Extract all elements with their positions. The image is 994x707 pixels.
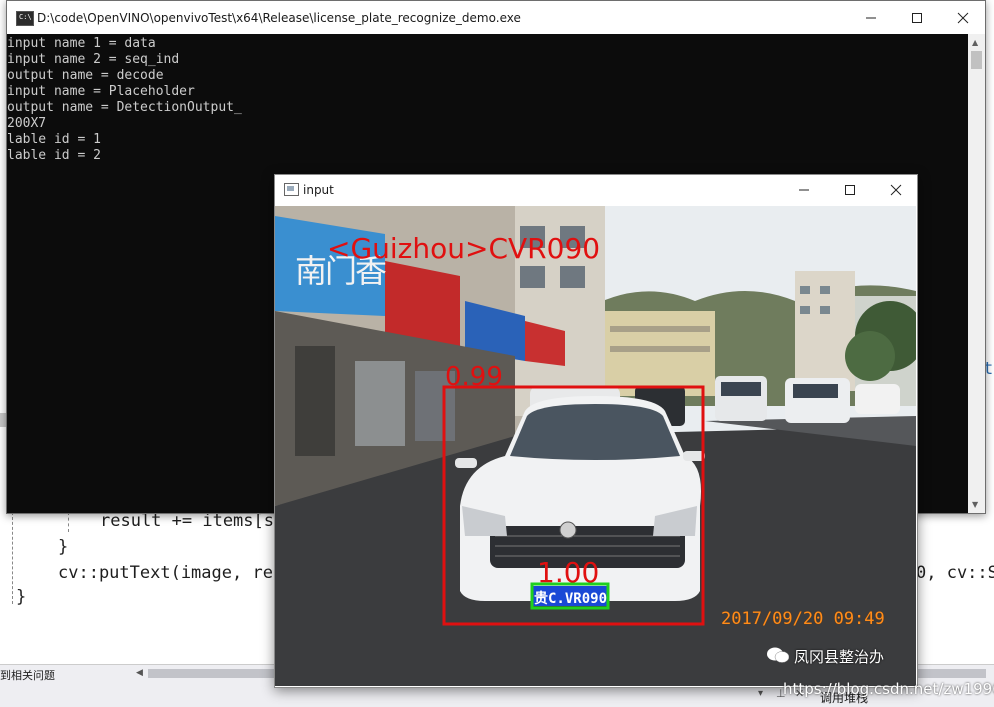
code-line[interactable]: cv::putText(image, re: [58, 563, 273, 583]
plate-text: 贵C.VR090: [534, 591, 608, 607]
vehicle-score-label: 0.99: [445, 362, 503, 392]
close-button[interactable]: [940, 1, 986, 34]
code-line[interactable]: }: [58, 537, 68, 557]
scroll-up-arrow-icon[interactable]: ▲: [972, 38, 978, 47]
minimize-icon: [866, 17, 876, 19]
console-line: lable id = 1: [7, 132, 101, 147]
console-titlebar[interactable]: C:\ D:\code\OpenVINO\openvivoTest\x64\Re…: [7, 1, 985, 34]
scroll-down-arrow-icon[interactable]: ▼: [972, 500, 978, 509]
minimize-button[interactable]: [848, 1, 894, 34]
scrollbar-thumb[interactable]: [971, 51, 982, 69]
close-icon: [890, 184, 902, 196]
code-line[interactable]: result += items[s: [100, 511, 274, 531]
timestamp-stamp: 2017/09/20 09:49: [721, 609, 885, 629]
console-line: 200X7: [7, 116, 47, 131]
detection-image: 南门香 <Guizhou>CVR090 0.99 1.00 贵C.VR090 2…: [275, 206, 916, 686]
console-line: output name = decode: [7, 68, 164, 83]
code-line-tail[interactable]: 0, cv::S: [916, 563, 994, 583]
minimize-icon: [799, 189, 809, 191]
wechat-watermark: 凤冈县整治办: [794, 648, 885, 666]
horizontal-scrollbar[interactable]: [148, 669, 274, 678]
code-line[interactable]: }: [16, 587, 26, 607]
indent-guide: [12, 512, 13, 604]
image-app-icon: [284, 183, 299, 196]
maximize-button[interactable]: [894, 1, 940, 34]
wechat-icon: [767, 646, 790, 664]
scroll-left-arrow-icon[interactable]: ◀: [136, 668, 143, 678]
csdn-watermark: https://blog.csdn.net/zw1996: [783, 680, 994, 698]
error-list-label[interactable]: 到相关问题: [0, 667, 55, 683]
dropdown-icon[interactable]: ▾: [758, 688, 763, 699]
console-line: input name 1 = data: [7, 36, 156, 51]
maximize-icon: [912, 13, 922, 23]
console-title: D:\code\OpenVINO\openvivoTest\x64\Releas…: [37, 11, 521, 25]
indent-guide: [68, 512, 69, 532]
plate-recognition-label: <Guizhou>CVR090: [327, 232, 601, 265]
console-scrollbar[interactable]: ▲ ▼: [968, 34, 985, 513]
plate-score-label: 1.00: [537, 556, 600, 589]
console-line: lable id = 2: [7, 148, 101, 163]
horizontal-scrollbar[interactable]: [916, 669, 986, 678]
image-window: input 南门香 <Guizhou>CVR090 0.99 1.00 贵C.V…: [274, 174, 918, 688]
console-line: input name = Placeholder: [7, 84, 195, 99]
close-icon: [957, 12, 969, 24]
image-window-titlebar[interactable]: input: [275, 175, 917, 205]
console-line: output name = DetectionOutput_: [7, 100, 242, 115]
maximize-button[interactable]: [827, 175, 873, 205]
maximize-icon: [845, 185, 855, 195]
image-window-title: input: [303, 183, 334, 197]
close-button[interactable]: [873, 175, 919, 205]
console-line: input name 2 = seq_ind: [7, 52, 180, 67]
minimize-button[interactable]: [781, 175, 827, 205]
console-app-icon: C:\: [16, 11, 34, 26]
